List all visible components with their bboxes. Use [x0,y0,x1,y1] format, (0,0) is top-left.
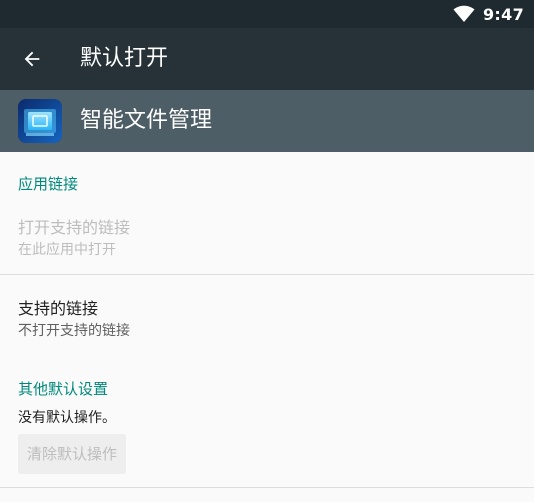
status-bar: 9:47 [0,0,534,28]
app-name: 智能文件管理 [80,108,213,133]
back-button[interactable] [10,37,54,81]
section-header-other-defaults: 其他默认设置 [18,380,109,398]
supported-links-title: 支持的链接 [18,299,99,318]
toolbar: 默认打开 [0,28,534,90]
supported-links-summary: 不打开支持的链接 [18,323,130,339]
settings-content: 应用链接 打开支持的链接 在此应用中打开 支持的链接 不打开支持的链接 其他默认… [0,152,534,502]
file-manager-app-icon [18,99,62,143]
supported-links-pref[interactable]: 支持的链接 不打开支持的链接 [0,280,534,350]
wifi-icon [453,5,475,23]
divider [0,487,534,488]
page-title: 默认打开 [80,46,169,71]
status-icons: 9:47 [453,3,524,25]
app-header: 智能文件管理 [0,90,534,152]
divider [0,274,534,275]
clear-defaults-button[interactable]: 清除默认操作 [18,434,127,474]
arrow-back-icon [24,51,40,67]
section-header-app-links: 应用链接 [18,175,79,193]
open-supported-links-title: 打开支持的链接 [18,218,131,237]
open-supported-links-summary: 在此应用中打开 [18,242,116,258]
no-default-actions-text: 没有默认操作。 [18,410,116,426]
clock: 9:47 [483,4,524,24]
open-supported-links-pref[interactable]: 打开支持的链接 在此应用中打开 [0,204,534,274]
